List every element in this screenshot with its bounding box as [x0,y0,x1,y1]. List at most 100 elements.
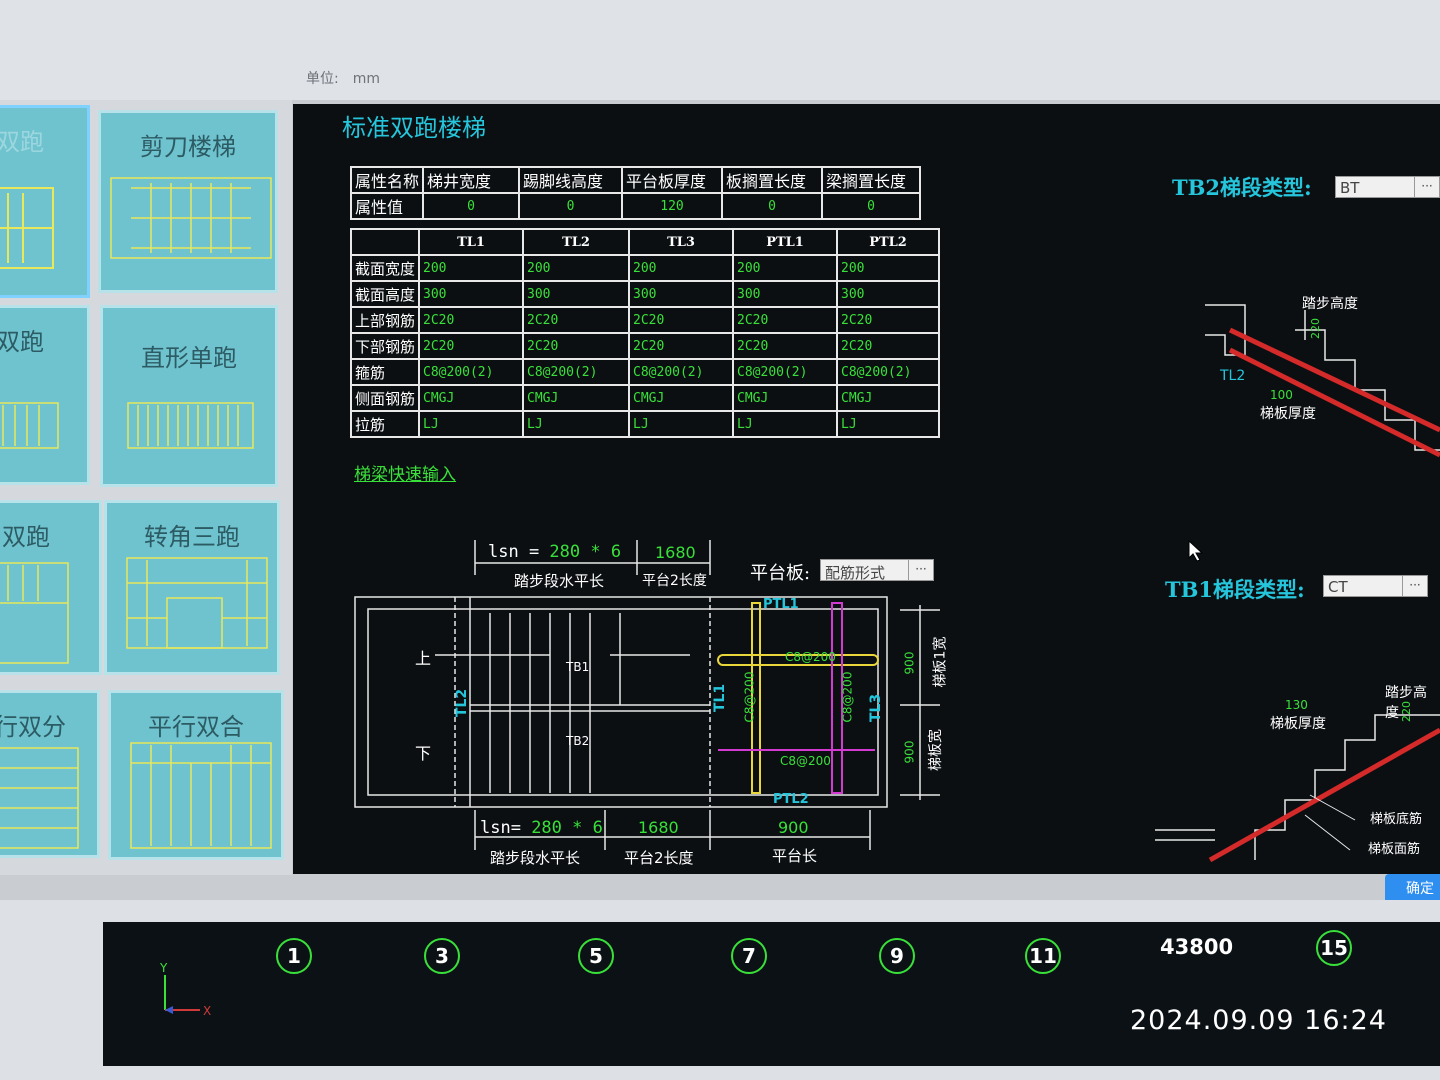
beam-value-cell[interactable]: 2C20 [628,332,735,360]
beam-value-cell[interactable]: 2C20 [732,306,839,334]
tile-icon [0,562,69,664]
top-lsn-value: 280 * 6 [549,542,622,562]
table-row: 拉筋 LJ LJ LJ LJ LJ [349,410,941,438]
tb1-segment-type-value: CT [1328,578,1348,596]
beam-value-cell[interactable]: CMGJ [418,384,525,412]
plan-outline [354,596,888,808]
tile-icon [127,402,254,449]
property-value-cell[interactable]: 120 [621,192,724,220]
beam-value-cell[interactable]: 200 [732,254,839,282]
tile-double-run-2[interactable]: 双跑 [0,305,90,485]
beam-value-cell[interactable]: 2C20 [836,306,941,334]
bottom-platform2-length: 900 [778,818,809,837]
beam-value-cell[interactable]: CMGJ [628,384,735,412]
tb2-thickness-label: 梯板厚度 [1260,406,1316,422]
beam-value-cell[interactable]: 200 [522,254,631,282]
beam-value-cell[interactable]: LJ [836,410,941,438]
beam-value-cell[interactable]: LJ [628,410,735,438]
width2-value: 900 [902,740,917,764]
beam-value-cell[interactable]: CMGJ [732,384,839,412]
property-value-cell[interactable]: 0 [721,192,824,220]
axis-bubble: 5 [578,938,614,974]
beam-value-cell[interactable]: 200 [836,254,941,282]
ptl1-label: PTL1 [763,597,799,612]
width1-label: 梯板1宽 [932,636,949,688]
ellipsis-icon[interactable]: ··· [1402,576,1427,596]
tile-straight-single-run[interactable]: 直形单跑 [100,305,278,487]
tile-double-run[interactable]: 双跑 [0,105,90,298]
photo-timestamp: 2024.09.09 16:24 [1130,1005,1387,1036]
table-row: 截面高度 300 300 300 300 300 [349,280,941,308]
property-column-header: 平台板厚度 [621,166,724,194]
beam-value-cell[interactable]: LJ [418,410,525,438]
property-value-cell[interactable]: 0 [422,192,521,220]
table-row: 侧面钢筋 CMGJ CMGJ CMGJ CMGJ CMGJ [349,384,941,412]
axis-bubble: 7 [731,938,767,974]
property-column-header: 梯井宽度 [422,166,521,194]
property-table: 属性名称 梯井宽度 踢脚线高度 平台板厚度 板搁置长度 梁搁置长度 属性值 0 … [349,166,922,220]
bottom-platform-length: 1680 [638,818,679,837]
rebar-bottom-label: C8@200 [780,754,831,768]
beam-value-cell[interactable]: C8@200(2) [628,358,735,386]
tile-icon [0,747,79,849]
beam-value-cell[interactable]: 2C20 [836,332,941,360]
tile-icon [110,177,272,259]
mouse-cursor-icon [1188,540,1204,562]
top-lsn: lsn = 280 * 6 [488,542,621,562]
tb2-segment-type-select[interactable]: BT ··· [1335,176,1440,198]
beam-value-cell[interactable]: LJ [732,410,839,438]
tb1-bottom-rebar-label: 梯板底筋 [1370,812,1423,827]
table-row: 下部钢筋 2C20 2C20 2C20 2C20 2C20 [349,332,941,360]
tile-double-run-3[interactable]: 双跑 [0,500,102,675]
beam-table-corner [349,228,421,256]
quick-input-link[interactable]: 梯梁快速输入 [354,460,456,485]
tile-parallel-double-split[interactable]: 行双分 [0,690,100,858]
property-header-label: 属性名称 [349,166,425,194]
beam-value-cell[interactable]: 2C20 [418,332,525,360]
beam-value-cell[interactable]: 200 [628,254,735,282]
property-value-cell[interactable]: 0 [518,192,624,220]
beam-value-cell[interactable]: 300 [418,280,525,308]
beam-value-cell[interactable]: 300 [522,280,631,308]
beam-value-cell[interactable]: 2C20 [732,332,839,360]
ellipsis-icon[interactable]: ··· [1414,177,1439,197]
beam-value-cell[interactable]: 300 [628,280,735,308]
tb1-segment-type-select[interactable]: CT ··· [1323,575,1428,597]
unit-value: mm [352,71,380,87]
beam-value-cell[interactable]: CMGJ [522,384,631,412]
width2-label: 梯板宽 [928,729,944,771]
beam-value-cell[interactable]: 2C20 [418,306,525,334]
tb1-top-rebar-label: 梯板面筋 [1368,842,1421,857]
beam-table: TL1 TL2 TL3 PTL1 PTL2 截面宽度 200 200 200 2… [349,228,941,438]
tl2-label: TL2 [454,688,471,718]
beam-value-cell[interactable]: CMGJ [836,384,941,412]
beam-value-cell[interactable]: 200 [418,254,525,282]
property-value-cell[interactable]: 0 [821,192,922,220]
beam-column-header: PTL1 [732,228,839,256]
beam-value-cell[interactable]: 2C20 [628,306,735,334]
beam-value-cell[interactable]: 2C20 [522,332,631,360]
beam-value-cell[interactable]: C8@200(2) [522,358,631,386]
tile-corner-triple-run[interactable]: 转角三跑 [104,500,280,675]
beam-column-header: TL2 [522,228,631,256]
beam-value-cell[interactable]: LJ [522,410,631,438]
property-column-header: 踢脚线高度 [518,166,624,194]
tile-scissor-stair[interactable]: 剪刀楼梯 [98,110,278,293]
axis-bubble: 1 [276,938,312,974]
tile-parallel-double-merge[interactable]: 平行双合 [108,690,284,860]
beam-row-label: 拉筋 [349,410,421,438]
beam-value-cell[interactable]: C8@200(2) [418,358,525,386]
top-lsn-prefix: lsn = [488,542,550,562]
beam-value-cell[interactable]: C8@200(2) [836,358,941,386]
top-toolbar [0,0,1440,100]
beam-value-cell[interactable]: 300 [732,280,839,308]
beam-value-cell[interactable]: C8@200(2) [732,358,839,386]
axis-bubble: 9 [879,938,915,974]
axis-bubble: 11 [1025,938,1061,974]
bottom-platform-label: 平台2长度 [624,849,694,867]
tb1-step-height-value: 220 [1400,701,1413,722]
beam-value-cell[interactable]: 2C20 [522,306,631,334]
beam-value-cell[interactable]: 300 [836,280,941,308]
unit-label: 单位: [306,71,339,87]
property-column-header: 梁搁置长度 [821,166,922,194]
